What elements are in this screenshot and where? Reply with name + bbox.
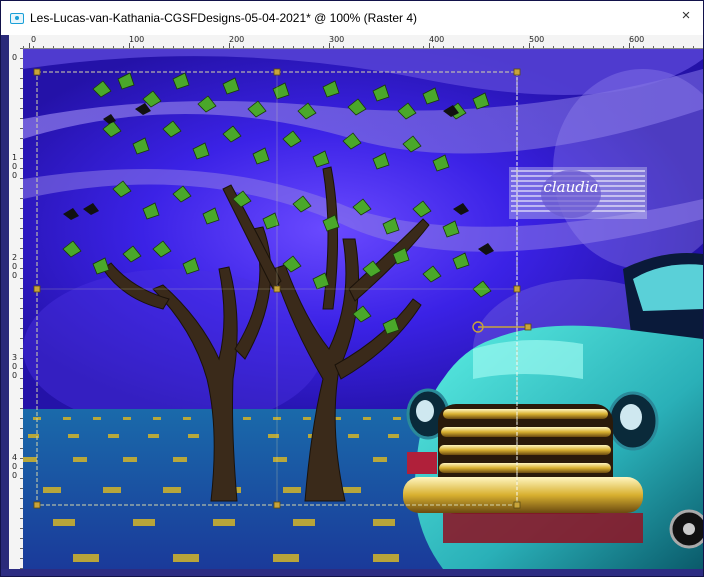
handle-rotation-pivot[interactable] (524, 323, 532, 331)
ruler-label: 300 (12, 353, 18, 380)
document-icon (10, 13, 24, 24)
ruler-label: 200 (12, 253, 18, 280)
title-bar[interactable]: Les-Lucas-van-Kathania-CGSFDesigns-05-04… (1, 1, 703, 35)
handle-top-left[interactable] (33, 68, 41, 76)
watermark-text: claudia (543, 178, 598, 196)
ruler-label: 0 (12, 53, 18, 62)
window-title: Les-Lucas-van-Kathania-CGSFDesigns-05-04… (30, 11, 418, 25)
handle-bottom-center[interactable] (273, 501, 281, 509)
horizontal-scrollbar[interactable] (1, 569, 703, 576)
image-canvas[interactable]: claudia (23, 49, 703, 569)
watermark: claudia (509, 167, 647, 219)
ruler-label: 400 (12, 453, 18, 480)
ruler-label: 0 (31, 35, 37, 44)
vertical-ruler[interactable]: 0 100 200 300 400 (9, 48, 24, 569)
handle-top-right[interactable] (513, 68, 521, 76)
horizontal-ruler[interactable]: 0 100 200 300 400 500 600 (23, 35, 703, 49)
ruler-label: 300 (329, 35, 345, 44)
ruler-label: 100 (129, 35, 145, 44)
ruler-label: 200 (229, 35, 245, 44)
handle-bottom-left[interactable] (33, 501, 41, 509)
document-window: Les-Lucas-van-Kathania-CGSFDesigns-05-04… (0, 0, 704, 577)
ruler-label: 500 (529, 35, 545, 44)
ruler-label: 600 (629, 35, 645, 44)
ruler-label: 400 (429, 35, 445, 44)
handle-top-center[interactable] (273, 68, 281, 76)
handle-middle-right[interactable] (513, 285, 521, 293)
ruler-label: 100 (12, 153, 18, 180)
artwork: claudia (23, 49, 703, 569)
close-icon[interactable]: × (678, 8, 694, 24)
ruler-minor-ticks (23, 46, 703, 48)
ruler-corner (9, 35, 23, 48)
handle-center[interactable] (273, 285, 281, 293)
handle-middle-left[interactable] (33, 285, 41, 293)
handle-bottom-right[interactable] (513, 501, 521, 509)
